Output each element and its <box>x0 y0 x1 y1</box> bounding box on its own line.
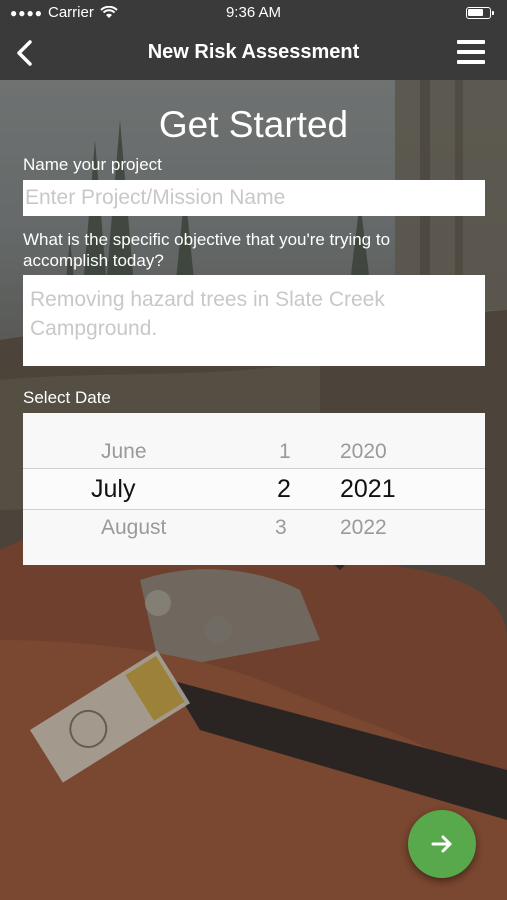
objective-label: What is the specific objective that you'… <box>23 230 391 270</box>
project-name-input[interactable] <box>23 180 485 216</box>
objective-input[interactable] <box>23 275 485 366</box>
arrow-right-icon <box>431 835 452 853</box>
month-wheel[interactable]: June July August <box>23 413 238 565</box>
year-wheel[interactable]: 2020 2021 2022 <box>318 413 485 565</box>
hamburger-menu-icon[interactable] <box>457 40 485 64</box>
page-title: New Risk Assessment <box>147 41 360 63</box>
month-selected[interactable]: July <box>91 475 135 504</box>
select-date-label: Select Date <box>23 388 111 407</box>
get-started-heading: Get Started <box>158 104 349 145</box>
battery-icon <box>466 7 494 19</box>
next-button[interactable] <box>408 810 476 878</box>
day-next[interactable]: 3 <box>275 516 287 540</box>
year-prev[interactable]: 2020 <box>340 440 387 464</box>
date-picker[interactable]: June July August 1 2 3 2020 2021 2022 <box>23 413 485 565</box>
day-selected[interactable]: 2 <box>277 475 291 504</box>
month-prev[interactable]: June <box>101 440 147 464</box>
year-next[interactable]: 2022 <box>340 516 387 540</box>
status-bar: ●●●● Carrier 9:36 AM <box>0 0 507 26</box>
navigation-bar: New Risk Assessment <box>0 26 507 80</box>
status-time: 9:36 AM <box>225 4 282 21</box>
year-selected[interactable]: 2021 <box>340 475 396 504</box>
month-next[interactable]: August <box>101 516 166 540</box>
day-prev[interactable]: 1 <box>279 440 291 464</box>
project-name-label: Name your project <box>23 155 162 174</box>
day-wheel[interactable]: 1 2 3 <box>238 413 318 565</box>
